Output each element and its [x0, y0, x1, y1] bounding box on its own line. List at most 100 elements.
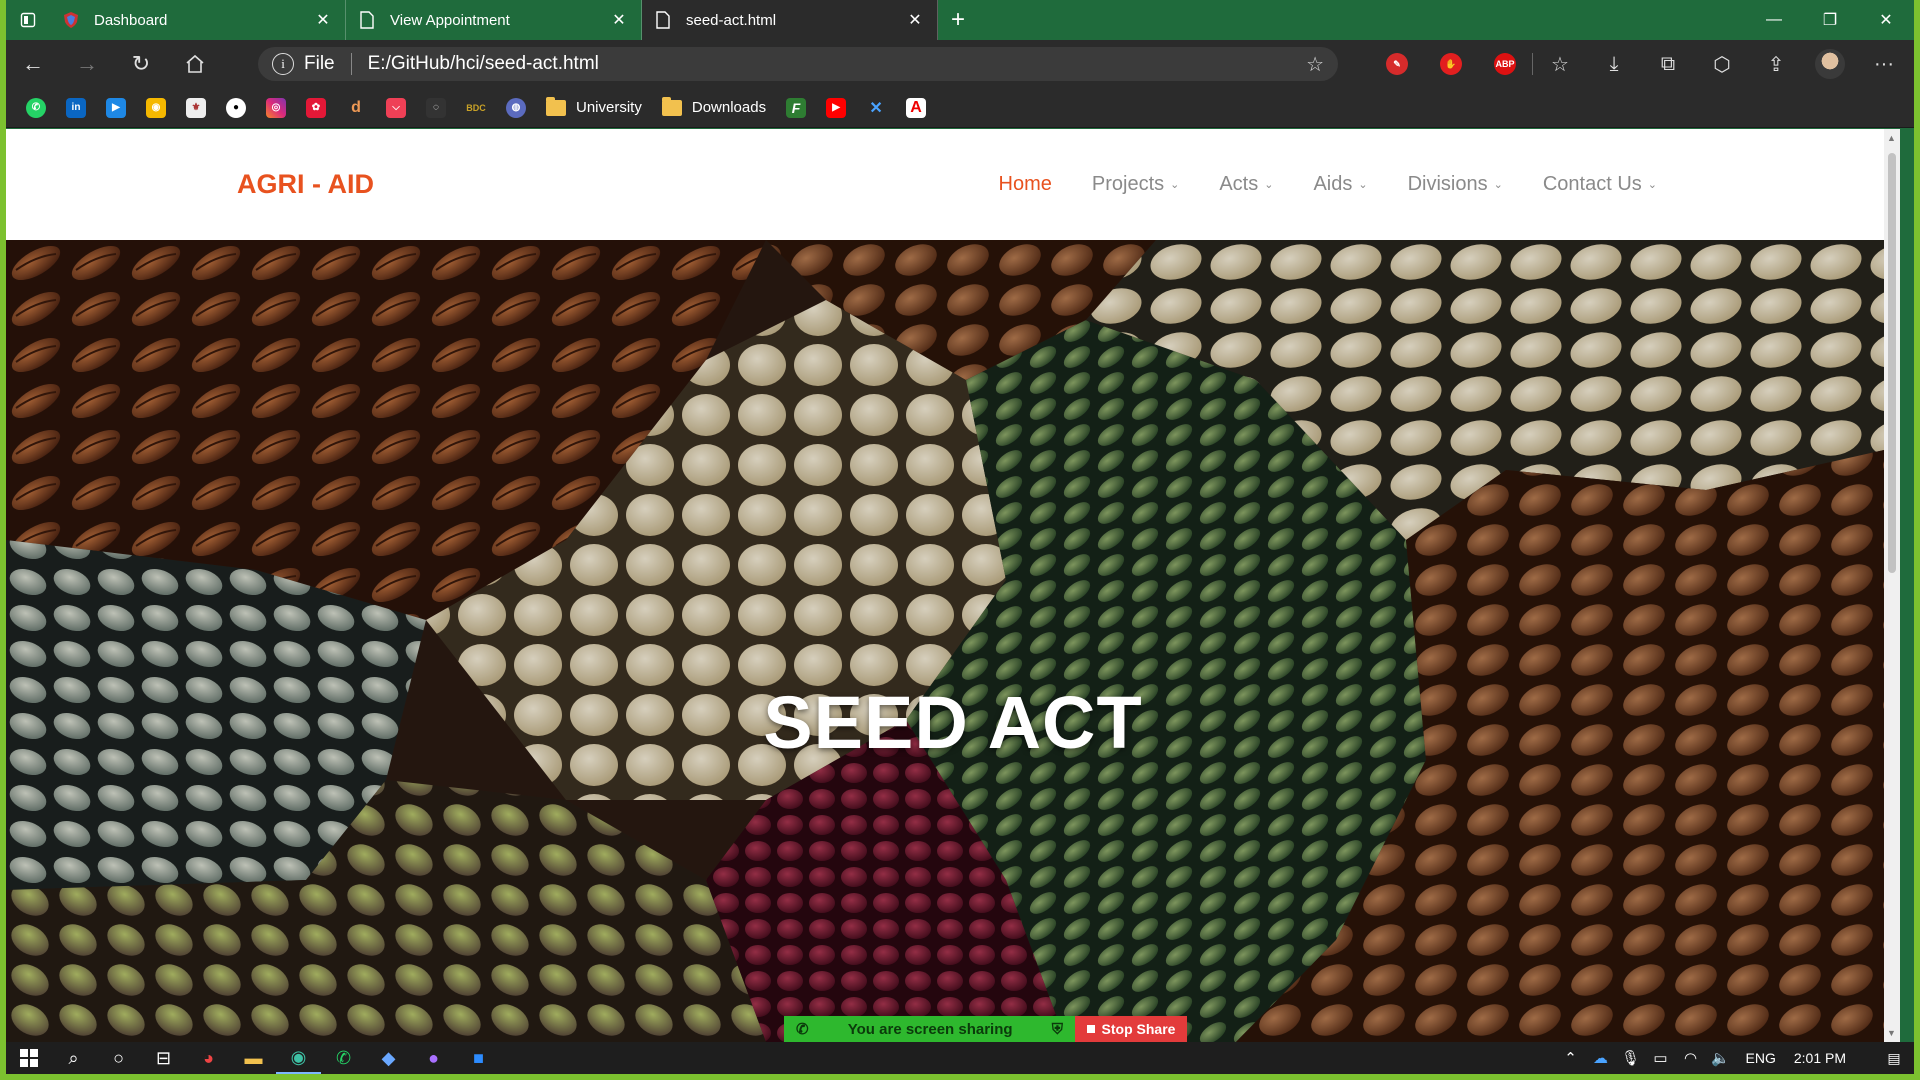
tab-dashboard[interactable]: Dashboard ✕ [50, 0, 346, 40]
favorites-button[interactable]: ☆ [1533, 40, 1587, 88]
share-button[interactable]: ⇪ [1749, 40, 1803, 88]
acrobat-icon: A [906, 97, 927, 118]
scroll-up-icon[interactable]: ▲ [1887, 133, 1896, 143]
taskbar-app-zoom[interactable]: ■ [456, 1042, 501, 1074]
tab-close-icon[interactable]: ✕ [905, 10, 925, 30]
downloads-button[interactable]: ⤓ [1587, 40, 1641, 88]
document-icon [358, 11, 376, 29]
back-button[interactable]: ← [6, 40, 60, 88]
browser-toolbar: ← → ↻ i File E:/GitHub/hci/seed-act.html… [6, 40, 1914, 88]
extension-pen-button[interactable]: ✎ [1370, 40, 1424, 88]
cloud-icon[interactable]: ☁ [1586, 1049, 1616, 1067]
shield-icon [62, 11, 80, 29]
refresh-button[interactable]: ↻ [114, 40, 168, 88]
document-icon [654, 11, 672, 29]
taskbar-app-whatsapp[interactable]: ✆ [321, 1042, 366, 1074]
notification-icon[interactable]: ▤ [1874, 1050, 1914, 1067]
scroll-down-icon[interactable]: ▼ [1887, 1028, 1896, 1038]
battery-icon[interactable]: ▭ [1646, 1049, 1676, 1067]
bookmark-acrobat[interactable]: A [896, 88, 936, 128]
clock[interactable]: 2:01 PM [1794, 1050, 1846, 1066]
address-bar[interactable]: i File E:/GitHub/hci/seed-act.html ☆ [258, 47, 1338, 81]
nav-divisions[interactable]: Divisions ⌄ [1408, 173, 1503, 196]
folder-icon [546, 96, 566, 116]
nav-acts[interactable]: Acts ⌄ [1219, 173, 1273, 196]
dark-icon: ◌ [426, 97, 446, 118]
tab-view-appointment[interactable]: View Appointment ✕ [346, 0, 642, 40]
taskbar-app-paint[interactable]: ◕ [186, 1042, 231, 1074]
wifi-icon[interactable]: ◠ [1676, 1049, 1706, 1067]
bookmark-instagram[interactable]: ◎ [256, 88, 296, 128]
tab-seed-act[interactable]: seed-act.html ✕ [642, 0, 938, 40]
home-button[interactable] [168, 40, 222, 88]
bookmark-video[interactable]: ▶ [96, 88, 136, 128]
start-button[interactable] [6, 1042, 51, 1074]
tab-close-icon[interactable]: ✕ [609, 10, 629, 30]
bookmark-bdc[interactable]: BDC [456, 88, 496, 128]
collections-button[interactable]: ⧉ [1641, 40, 1695, 88]
bookmark-linkedin[interactable]: in [56, 88, 96, 128]
new-tab-button[interactable]: + [938, 0, 978, 40]
page-scrollbar[interactable]: ▲ ▼ [1884, 129, 1900, 1042]
search-button[interactable]: ⌕ [51, 1042, 96, 1074]
bookmark-f[interactable]: F [776, 88, 816, 128]
taskbar-app-vscode[interactable]: ◆ [366, 1042, 411, 1074]
extension-adblock-button[interactable]: ABP [1478, 40, 1532, 88]
cortana-button[interactable]: ○ [96, 1042, 141, 1074]
info-icon[interactable]: i [272, 53, 294, 75]
scroll-thumb[interactable] [1888, 153, 1896, 573]
nav-contact-us[interactable]: Contact Us ⌄ [1543, 173, 1657, 196]
hero-background-image [6, 240, 1884, 1042]
bookmark-folder-downloads[interactable]: Downloads [661, 96, 766, 116]
bookmark-x[interactable]: ✕ [856, 88, 896, 128]
taskbar-app-edge[interactable]: ◉ [276, 1042, 321, 1074]
site-logo[interactable]: AGRI - AID [237, 169, 374, 200]
folder-icon: ▬ [244, 1047, 263, 1068]
bookmark-youtube[interactable]: ▶ [816, 88, 856, 128]
play-icon: ▶ [106, 97, 126, 118]
bookmark-huawei[interactable]: ✿ [296, 88, 336, 128]
forward-button[interactable]: → [60, 40, 114, 88]
taskbar: ⌕ ○ ⊟ ◕ ▬ ◉ ✆ ◆ ● ■ ⌃ ☁ 🎙 ▭ ◠ 🔈 ENG 2:01… [6, 1042, 1914, 1074]
tab-actions-button[interactable] [6, 0, 50, 40]
extensions-button[interactable]: ⬡ [1695, 40, 1749, 88]
volume-icon[interactable]: 🔈 [1706, 1049, 1736, 1067]
chevron-up-icon[interactable]: ⌃ [1556, 1049, 1586, 1067]
minimize-button[interactable]: — [1746, 0, 1802, 40]
taskbar-app-github[interactable]: ● [411, 1042, 456, 1074]
bookmark-pocket[interactable]: ⌵ [376, 88, 416, 128]
nav-home[interactable]: Home [999, 173, 1052, 196]
language-indicator[interactable]: ENG [1746, 1050, 1776, 1066]
bookmark-camera[interactable]: ◉ [136, 88, 176, 128]
address-url[interactable]: E:/GitHub/hci/seed-act.html [368, 53, 1306, 75]
bookmark-globe[interactable]: ◍ [496, 88, 536, 128]
add-favorite-icon[interactable]: ☆ [1306, 52, 1324, 77]
screen-share-status: ✆ You are screen sharing ⛨ [784, 1016, 1075, 1042]
avatar [1815, 49, 1845, 79]
bookmark-whatsapp[interactable]: ✆ [16, 88, 56, 128]
crest-icon: ⚜ [186, 97, 206, 118]
bookmark-d[interactable]: d [336, 88, 376, 128]
task-view-button[interactable]: ⊟ [141, 1042, 186, 1074]
bookmark-dark[interactable]: ◌ [416, 88, 456, 128]
nav-aids[interactable]: Aids ⌄ [1313, 173, 1367, 196]
extension-hand-button[interactable]: ✋ [1424, 40, 1478, 88]
cube-icon: ◆ [381, 1047, 396, 1068]
restore-button[interactable]: ❐ [1802, 0, 1858, 40]
profile-button[interactable] [1803, 40, 1857, 88]
tab-close-icon[interactable]: ✕ [313, 10, 333, 30]
github-icon: ● [226, 97, 246, 118]
stop-share-button[interactable]: Stop Share [1075, 1016, 1187, 1042]
d-logo-icon: d [351, 98, 361, 116]
instagram-icon: ◎ [266, 97, 286, 118]
microphone-icon[interactable]: 🎙 [1616, 1049, 1646, 1067]
settings-more-button[interactable]: ··· [1857, 40, 1911, 88]
close-window-button[interactable]: ✕ [1858, 0, 1914, 40]
nav-projects[interactable]: Projects ⌄ [1092, 173, 1179, 196]
bookmark-crest[interactable]: ⚜ [176, 88, 216, 128]
taskbar-app-explorer[interactable]: ▬ [231, 1042, 276, 1074]
bookmark-github[interactable]: ● [216, 88, 256, 128]
bdc-icon: BDC [466, 102, 486, 113]
extensions-row: ✎ ✋ ABP ☆ ⤓ ⧉ ⬡ ⇪ ··· [1370, 40, 1911, 88]
bookmark-folder-university[interactable]: University [546, 96, 642, 116]
